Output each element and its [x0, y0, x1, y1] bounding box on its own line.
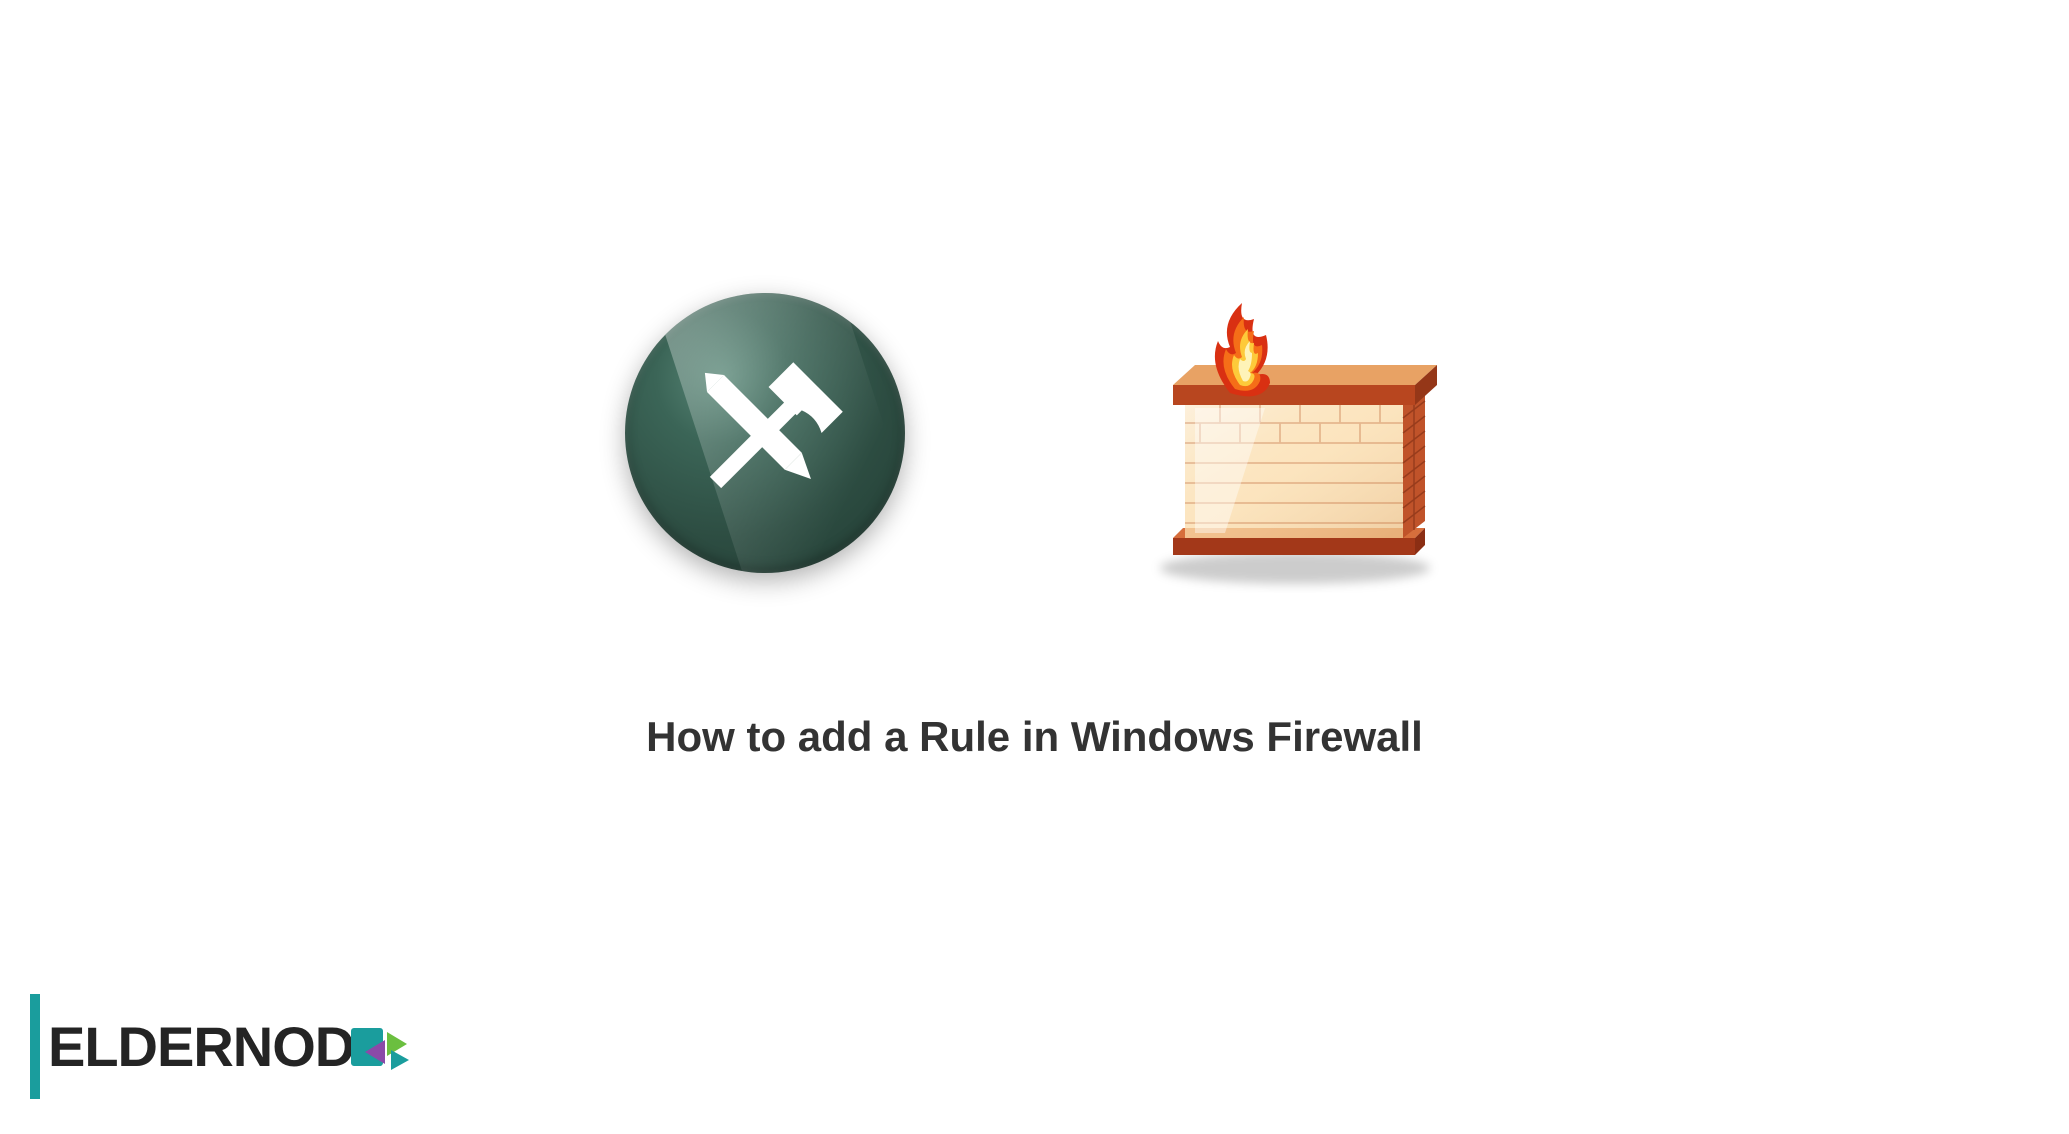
- main-content: How to add a Rule in Windows Firewall: [0, 0, 2069, 1134]
- page-title: How to add a Rule in Windows Firewall: [646, 713, 1423, 761]
- tools-icon: [625, 293, 905, 573]
- brand-logo: ELDERNOD: [30, 994, 423, 1099]
- icons-row: [625, 273, 1445, 593]
- hammer-pencil-icon: [675, 343, 855, 523]
- logo-accent-bar: [30, 994, 40, 1099]
- firewall-icon: [1125, 273, 1445, 593]
- logo-text: ELDERNOD: [48, 1014, 354, 1079]
- logo-graphic-icon: [351, 1020, 423, 1074]
